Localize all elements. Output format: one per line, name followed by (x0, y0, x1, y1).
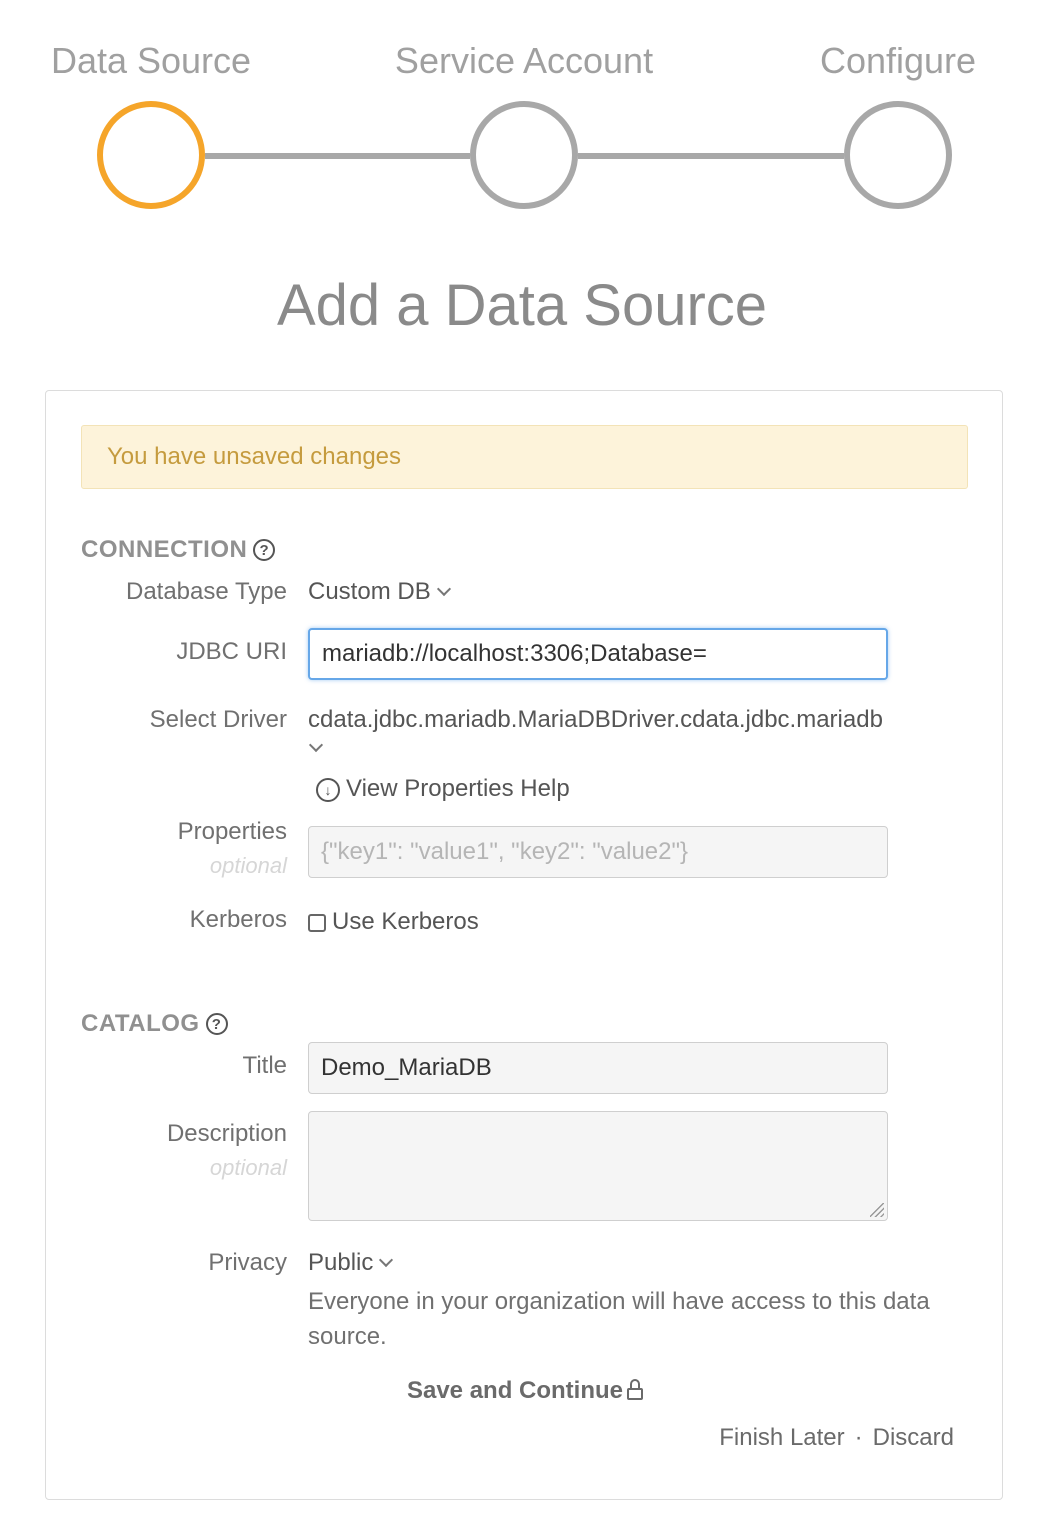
properties-input[interactable]: {"key1": "value1", "key2": "value2"} (308, 826, 888, 878)
database-type-label: Database Type (125, 578, 287, 605)
privacy-select[interactable]: Public (308, 1249, 394, 1277)
view-properties-help-link[interactable]: ↓ View Properties Help (316, 775, 570, 803)
kerberos-label: Kerberos (189, 906, 287, 933)
use-kerberos-label[interactable]: Use Kerberos (332, 908, 479, 935)
discard-link[interactable]: Discard (873, 1424, 954, 1451)
finish-later-link[interactable]: Finish Later (719, 1424, 844, 1451)
view-properties-help-text: View Properties Help (346, 775, 570, 802)
title-label: Title (242, 1052, 287, 1079)
step-circle-configure (844, 101, 952, 209)
jdbc-uri-input[interactable]: mariadb://localhost:3306;Database= (308, 628, 888, 680)
jdbc-uri-label: JDBC URI (176, 638, 287, 665)
page-title: Add a Data Source (276, 273, 768, 338)
database-type-value: Custom DB (308, 578, 431, 605)
step-circle-service-account (470, 101, 578, 209)
download-circle-icon: ↓ (316, 777, 340, 802)
privacy-help-text: Everyone in your organization will have … (308, 1288, 930, 1350)
resize-handle-icon[interactable] (870, 1203, 884, 1217)
privacy-label: Privacy (208, 1249, 287, 1276)
unsaved-changes-banner: You have unsaved changes (81, 425, 968, 489)
use-kerberos-checkbox-row[interactable]: Use Kerberos (308, 908, 479, 936)
separator-dot: · (854, 1424, 863, 1451)
step-label-configure: Configure (819, 40, 977, 81)
help-circle-icon[interactable]: ? (205, 1013, 228, 1035)
connection-section-title: CONNECTION (81, 536, 248, 563)
save-and-continue-label: Save and Continue (406, 1377, 624, 1404)
step-circle-data-source (97, 101, 205, 209)
description-label: Description (166, 1120, 287, 1147)
description-textarea[interactable] (308, 1111, 888, 1221)
step-label-data-source: Data Source (50, 40, 252, 81)
use-kerberos-checkbox[interactable] (308, 913, 326, 932)
save-and-continue-button[interactable]: Save and Continue (0, 1377, 1044, 1405)
privacy-value: Public (308, 1249, 374, 1276)
description-optional-label: optional (209, 1155, 287, 1180)
connection-section-header: CONNECTION ? (81, 536, 276, 564)
catalog-section-header: CATALOG ? (81, 1010, 228, 1038)
properties-optional-label: optional (209, 853, 287, 878)
select-driver-dropdown[interactable] (308, 737, 324, 760)
title-input[interactable]: Demo_MariaDB (308, 1042, 888, 1094)
lock-icon (627, 1379, 644, 1400)
chevron-down-icon (379, 1252, 394, 1268)
footer-links: Finish Later · Discard (719, 1424, 954, 1452)
catalog-section-title: CATALOG (81, 1010, 200, 1037)
help-circle-icon[interactable]: ? (253, 539, 276, 561)
banner-text: You have unsaved changes (107, 443, 402, 470)
step-connector-1 (205, 153, 470, 159)
database-type-select[interactable]: Custom DB (308, 578, 451, 606)
select-driver-label: Select Driver (149, 706, 287, 733)
properties-label: Properties (177, 818, 287, 845)
select-driver-value[interactable]: cdata.jdbc.mariadb.MariaDBDriver.cdata.j… (308, 706, 883, 734)
chevron-down-icon (436, 581, 451, 597)
step-label-service-account: Service Account (394, 40, 654, 81)
step-connector-2 (578, 153, 844, 159)
